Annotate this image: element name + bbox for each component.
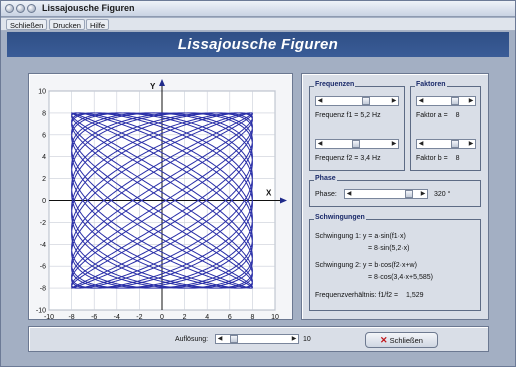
phase-label: Phase: [315,191,337,198]
window-title: Lissajousche Figuren [42,3,135,13]
frequency-ratio: Frequenzverhältnis: f1/f2 = 1,529 [315,292,424,299]
x-tick-label: -2 [136,314,142,319]
x-tick-label: 8 [250,314,254,319]
menu-hilfe[interactable]: Hilfe [86,19,110,30]
x-tick-label: 2 [183,314,187,319]
slider-right-arrow-icon[interactable]: ▶ [419,190,427,198]
slider-right-arrow-icon[interactable]: ▶ [390,140,398,148]
minimize-window-icon[interactable] [16,4,25,13]
lissajous-plot: -10 -8 -6 -4 -2 0 2 4 6 8 10 10 8 6 4 2 0 -2 -4 -6 -8 -10 X Y [36,79,287,321]
phase-title: Phase [314,175,337,182]
slider-left-arrow-icon[interactable]: ◀ [417,97,425,105]
schwingungen-title: Schwingungen [314,214,366,221]
group-phase: Phase Phase: ◀ ▶ 320 ° [309,175,481,207]
schliessen-button[interactable]: ✕ Schließen [365,332,438,348]
schwingung2-formula: Schwingung 2: y = b·cos(f2·x+w) [315,262,417,269]
close-window-icon[interactable] [5,4,14,13]
slider-thumb[interactable] [352,140,360,148]
y-tick-label: -6 [40,264,46,271]
slider-thumb[interactable] [230,335,238,343]
x-tick-label: 4 [205,314,209,319]
menu-schliessen[interactable]: Schließen [6,19,48,30]
maximize-window-icon[interactable] [27,4,36,13]
y-axis-label: Y [150,82,156,91]
faktoren-title: Faktoren [415,81,447,88]
factor-a-value: 8 [455,112,460,119]
y-tick-label: -10 [36,308,46,315]
slider-right-arrow-icon[interactable]: ▶ [290,335,298,343]
schwingung1-formula: Schwingung 1: y = a·sin(f1·x) [315,233,406,240]
x-tick-label: -4 [114,314,120,319]
slider-thumb[interactable] [451,97,459,105]
factor-a-label: Faktor a = 8 [416,112,460,119]
slider-thumb[interactable] [451,140,459,148]
x-tick-label: -6 [91,314,97,319]
y-tick-label: 4 [42,154,46,161]
group-frequenzen: Frequenzen ◀ ▶ Frequenz f1 = 5,2 Hz ◀ ▶ … [309,81,405,171]
bottom-bar: Auflösung: ◀ ▶ 10 ✕ Schließen [28,326,489,352]
y-tick-label: 0 [42,198,46,205]
slider-left-arrow-icon[interactable]: ◀ [417,140,425,148]
f2-slider[interactable]: ◀ ▶ [315,139,399,149]
slider-right-arrow-icon[interactable]: ▶ [390,97,398,105]
controls-panel: Frequenzen ◀ ▶ Frequenz f1 = 5,2 Hz ◀ ▶ … [301,73,489,320]
x-tick-label: 10 [271,314,279,319]
slider-right-arrow-icon[interactable]: ▶ [467,140,475,148]
y-tick-label: 2 [42,176,46,183]
slider-left-arrow-icon[interactable]: ◀ [345,190,353,198]
schwingung2-value: = 8·cos(3,4·x+5,585) [368,274,433,281]
slider-left-arrow-icon[interactable]: ◀ [216,335,224,343]
app-window: Lissajousche Figuren Schließen Drucken H… [0,0,516,367]
y-axis-arrow-icon [159,79,165,86]
aufloesung-value: 10 [303,336,311,343]
slider-thumb[interactable] [405,190,413,198]
menu-drucken[interactable]: Drucken [49,19,85,30]
schwingung1-value: = 8·sin(5,2·x) [368,245,410,252]
schliessen-button-label: Schließen [389,336,423,345]
y-tick-label: -4 [40,242,46,249]
factor-b-value: 8 [455,155,460,162]
group-schwingungen: Schwingungen Schwingung 1: y = a·sin(f1·… [309,214,481,311]
plot-panel: -10 -8 -6 -4 -2 0 2 4 6 8 10 10 8 6 4 2 0 -2 -4 -6 -8 -10 X Y [28,73,293,321]
slider-right-arrow-icon[interactable]: ▶ [467,97,475,105]
f1-slider[interactable]: ◀ ▶ [315,96,399,106]
aufloesung-slider[interactable]: ◀ ▶ [215,334,299,344]
f1-label: Frequenz f1 = 5,2 Hz [315,112,381,119]
factor-b-slider[interactable]: ◀ ▶ [416,139,476,149]
banner-title: Lissajousche Figuren [177,36,339,53]
y-tick-label: 6 [42,132,46,139]
y-tick-label: -8 [40,286,46,293]
menu-bar: Schließen Drucken Hilfe [1,18,515,31]
factor-a-slider[interactable]: ◀ ▶ [416,96,476,106]
title-bar: Lissajousche Figuren [1,1,515,17]
f2-label: Frequenz f2 = 3,4 Hz [315,155,381,162]
x-axis-arrow-icon [280,197,287,204]
ratio-label: Frequenzverhältnis: f1/f2 = [315,292,399,299]
slider-left-arrow-icon[interactable]: ◀ [316,140,324,148]
slider-left-arrow-icon[interactable]: ◀ [316,97,324,105]
group-faktoren: Faktoren ◀ ▶ Faktor a = 8 ◀ ▶ Faktor b =… [410,81,481,171]
y-tick-label: 10 [38,89,46,96]
x-tick-label: -10 [44,314,54,319]
x-tick-label: 0 [160,314,164,319]
y-tick-label: 8 [42,110,46,117]
slider-thumb[interactable] [362,97,370,105]
close-x-icon: ✕ [380,335,388,345]
header-banner: Lissajousche Figuren [7,32,509,57]
factor-b-label: Faktor b = 8 [416,155,460,162]
factor-a-text: Faktor a = [416,112,448,119]
factor-b-text: Faktor b = [416,155,448,162]
x-tick-label: 6 [228,314,232,319]
phase-value: 320 ° [434,191,451,198]
x-axis-label: X [266,189,272,198]
x-tick-label: -8 [68,314,74,319]
y-tick-label: -2 [40,220,46,227]
phase-slider[interactable]: ◀ ▶ [344,189,428,199]
ratio-value: 1,529 [406,292,424,299]
aufloesung-label: Auflösung: [175,336,209,343]
frequenzen-title: Frequenzen [314,81,356,88]
